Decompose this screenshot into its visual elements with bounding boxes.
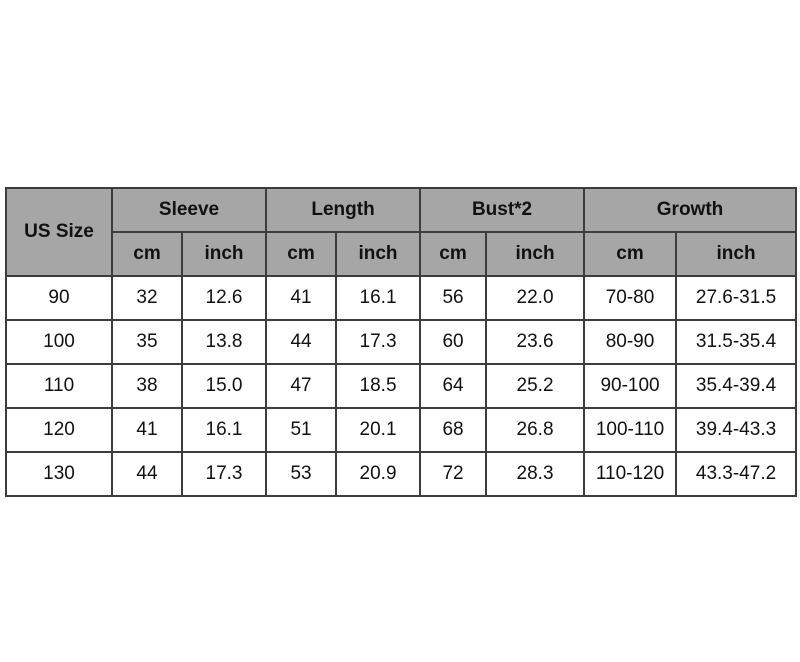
value-cell: 16.1	[180, 407, 268, 453]
unit-header: inch	[335, 231, 422, 277]
sleeve-header: Sleeve	[110, 187, 268, 233]
value-cell: 25.2	[485, 363, 586, 409]
value-cell: 13.8	[180, 319, 268, 365]
header-unit-row: cm inch cm inch cm inch cm inch	[6, 231, 798, 277]
size-cell: 130	[5, 451, 113, 497]
table-row: 130 44 17.3 53 20.9 72 28.3 110-120 43.3-47.2	[5, 451, 798, 497]
us-size-header: US Size	[5, 187, 113, 277]
value-cell: 17.3	[335, 319, 422, 365]
table-row: 110 38 15.0 47 18.5 64 25.2 90-100 35.4-39.4	[5, 363, 798, 409]
value-cell: 12.6	[180, 275, 268, 321]
value-cell: 44	[111, 451, 183, 497]
value-cell: 32	[111, 275, 183, 321]
size-cell: 110	[5, 363, 113, 409]
value-cell: 72	[419, 451, 488, 497]
value-cell: 17.3	[180, 451, 268, 497]
unit-header: inch	[675, 231, 798, 277]
value-cell: 27.6-31.5	[675, 275, 798, 321]
value-cell: 41	[111, 407, 183, 453]
unit-header: cm	[419, 231, 488, 277]
value-cell: 38	[111, 363, 183, 409]
value-cell: 15.0	[180, 363, 268, 409]
value-cell: 43.3-47.2	[675, 451, 798, 497]
value-cell: 44	[265, 319, 338, 365]
value-cell: 60	[419, 319, 488, 365]
value-cell: 80-90	[583, 319, 678, 365]
value-cell: 28.3	[485, 451, 586, 497]
value-cell: 64	[419, 363, 488, 409]
table-row: 120 41 16.1 51 20.1 68 26.8 100-110 39.4-43.3	[5, 407, 798, 453]
value-cell: 23.6	[485, 319, 586, 365]
value-cell: 41	[265, 275, 338, 321]
value-cell: 20.1	[335, 407, 422, 453]
table-row: 100 35 13.8 44 17.3 60 23.6 80-90 31.5-35.4	[5, 319, 798, 365]
value-cell: 90-100	[583, 363, 678, 409]
value-cell: 16.1	[335, 275, 422, 321]
header-group-row: US Size Sleeve Length Bust*2 Growth	[5, 187, 798, 277]
value-cell: 26.8	[485, 407, 586, 453]
value-cell: 35	[111, 319, 183, 365]
value-cell: 35.4-39.4	[675, 363, 798, 409]
value-cell: 68	[419, 407, 488, 453]
value-cell: 53	[265, 451, 338, 497]
value-cell: 110-120	[583, 451, 678, 497]
length-header: Length	[265, 187, 422, 233]
value-cell: 39.4-43.3	[675, 407, 798, 453]
value-cell: 56	[419, 275, 488, 321]
value-cell: 47	[265, 363, 338, 409]
value-cell: 22.0	[485, 275, 586, 321]
value-cell: 100-110	[583, 407, 678, 453]
unit-header: cm	[583, 231, 678, 277]
value-cell: 51	[265, 407, 338, 453]
table-body: 90 32 12.6 41 16.1 56 22.0 70-80 27.6-31.5 100 35 1…	[5, 275, 798, 497]
unit-header: cm	[265, 231, 338, 277]
unit-header: inch	[485, 231, 586, 277]
value-cell: 31.5-35.4	[675, 319, 798, 365]
growth-header: Growth	[583, 187, 798, 233]
unit-header: inch	[180, 231, 268, 277]
size-chart-table: US Size Sleeve Length Bust*2 Growth cm i…	[5, 187, 798, 497]
value-cell: 18.5	[335, 363, 422, 409]
size-cell: 90	[5, 275, 113, 321]
size-cell: 120	[5, 407, 113, 453]
unit-header: cm	[111, 231, 183, 277]
value-cell: 20.9	[335, 451, 422, 497]
size-cell: 100	[5, 319, 113, 365]
value-cell: 70-80	[583, 275, 678, 321]
bust-header: Bust*2	[419, 187, 586, 233]
table-row: 90 32 12.6 41 16.1 56 22.0 70-80 27.6-31.5	[5, 275, 798, 321]
